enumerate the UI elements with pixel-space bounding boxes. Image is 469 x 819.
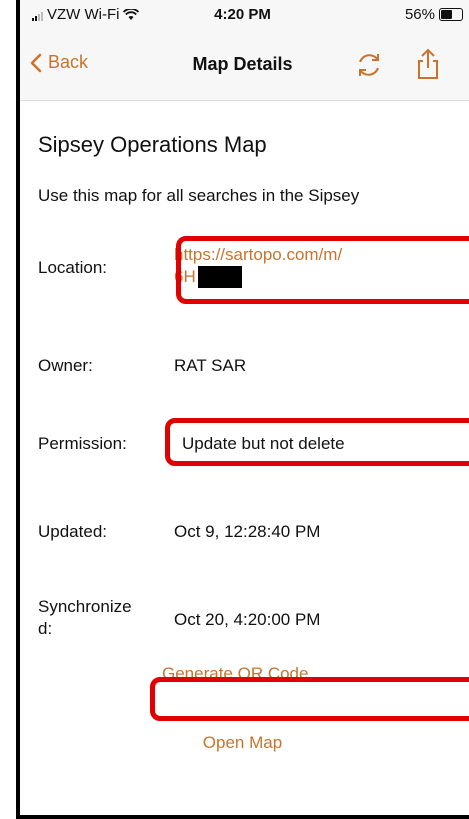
frame-border-bottom [16, 815, 469, 819]
refresh-button[interactable] [354, 50, 384, 85]
synchronized-label-line2: d: [38, 619, 53, 638]
highlight-generate-qr [150, 677, 469, 721]
map-description: Use this map for all searches in the Sip… [38, 186, 360, 205]
location-label: Location: [38, 258, 107, 277]
open-map-button[interactable]: Open Map [16, 733, 469, 753]
status-right: 56% [405, 6, 463, 23]
updated-value: Oct 9, 12:28:40 PM [174, 522, 321, 541]
status-time: 4:20 PM [214, 6, 271, 23]
frame-border-left [16, 0, 20, 819]
owner-label: Owner: [38, 356, 93, 375]
share-icon [418, 48, 438, 79]
app-screen: VZW Wi-Fi 4:20 PM 56% Back Map Details S… [16, 0, 469, 819]
battery-icon [439, 8, 463, 21]
synchronized-value: Oct 20, 4:20:00 PM [174, 610, 321, 629]
map-title: Sipsey Operations Map [38, 132, 267, 157]
page-title: Map Details [192, 54, 293, 74]
status-bar: VZW Wi-Fi 4:20 PM 56% [16, 0, 469, 30]
refresh-icon [359, 54, 379, 76]
synchronized-label: Synchronize d: [38, 596, 132, 640]
synchronized-label-line1: Synchronize [38, 597, 132, 616]
updated-label: Updated: [38, 522, 107, 541]
share-button[interactable] [416, 48, 440, 85]
highlight-location [176, 236, 469, 304]
permission-label: Permission: [38, 434, 127, 453]
battery-percent: 56% [404, 6, 435, 23]
navigation-bar: Back Map Details [16, 30, 469, 101]
highlight-permission [165, 418, 469, 466]
owner-value: RAT SAR [174, 356, 247, 375]
